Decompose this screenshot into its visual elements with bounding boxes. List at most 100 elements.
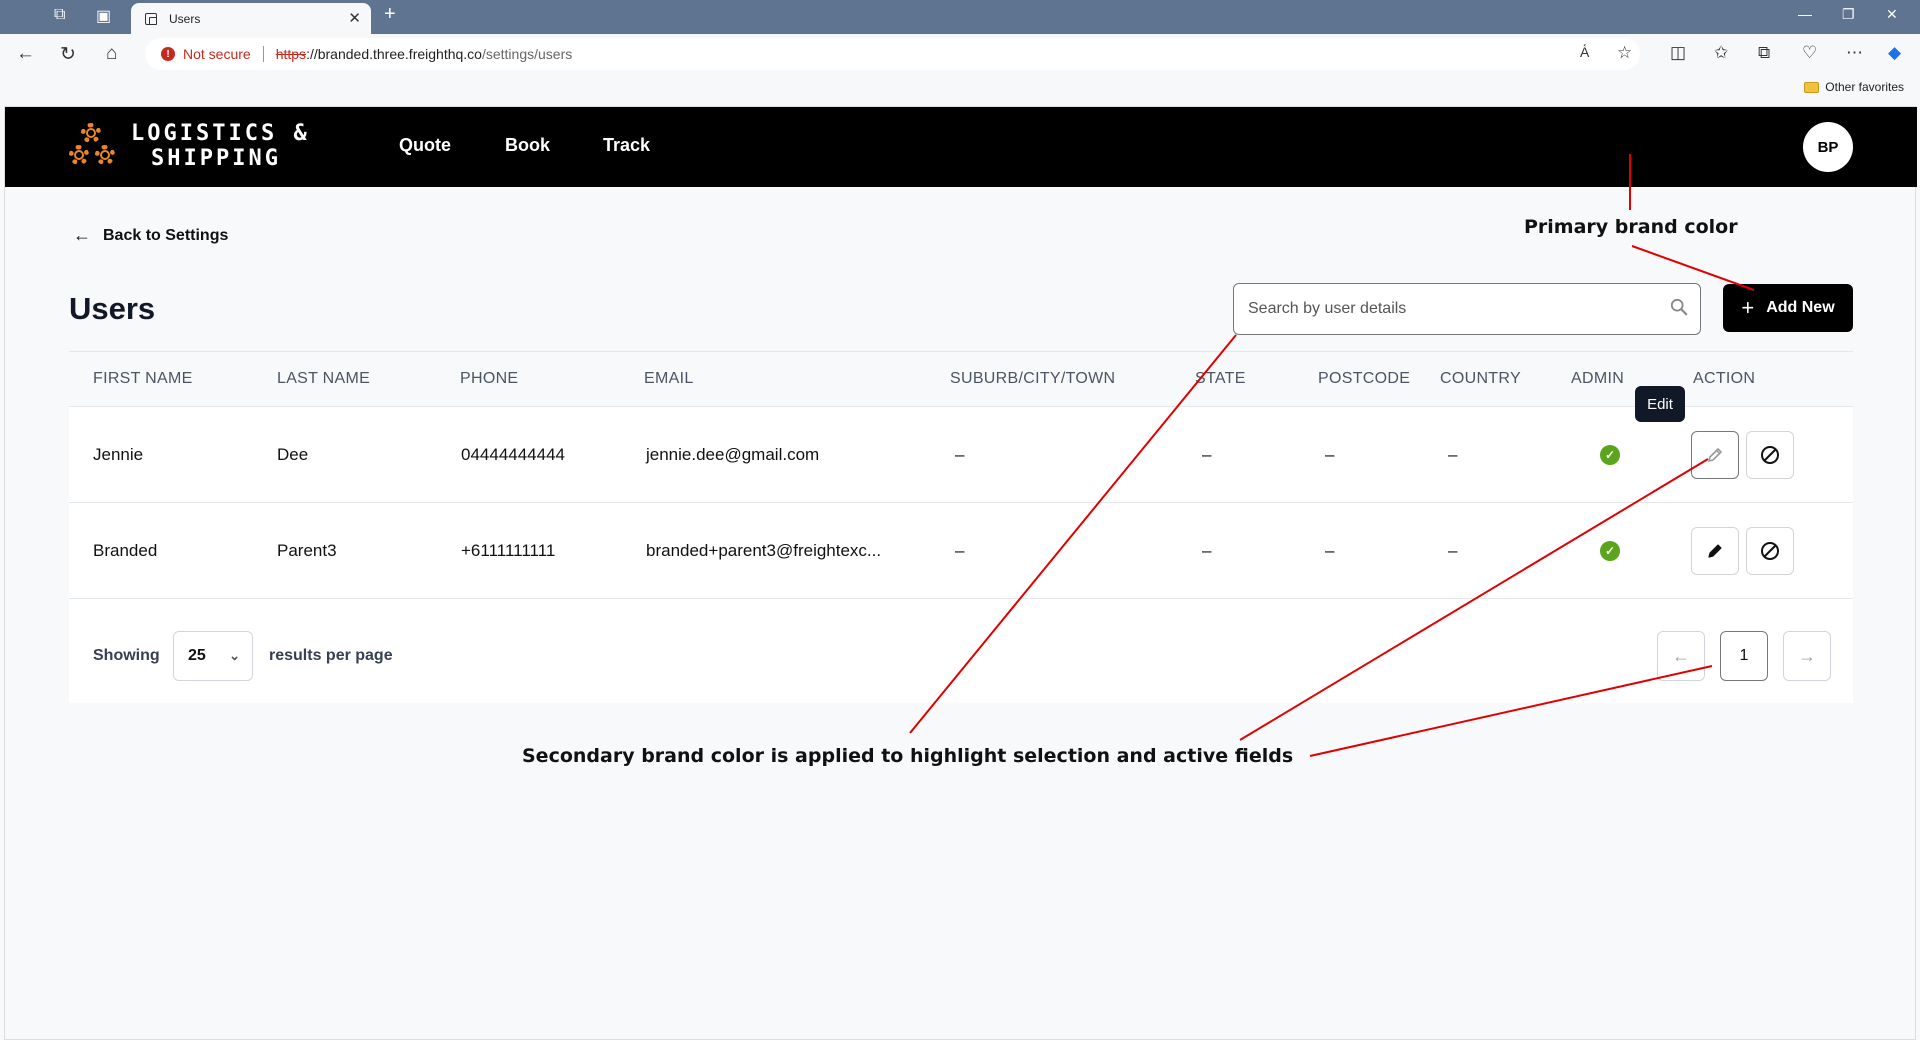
back-nav-icon[interactable]: ← — [16, 43, 35, 65]
page-title: Users — [69, 291, 156, 326]
collections-icon[interactable]: ⧉ — [1758, 43, 1770, 63]
arrow-left-icon: ← — [1672, 645, 1690, 666]
not-secure-icon: ! — [161, 47, 175, 61]
results-per-page-label: results per page — [269, 647, 393, 664]
cell-first-name: Branded — [93, 541, 158, 560]
logo-line-2: SHIPPING — [151, 146, 281, 171]
tab-favicon-icon — [145, 12, 157, 25]
user-avatar[interactable]: BP — [1803, 122, 1853, 172]
home-icon[interactable]: ⌂ — [106, 43, 117, 65]
search-box[interactable] — [1233, 283, 1701, 335]
cell-phone: +6111111111 — [461, 541, 556, 560]
pencil-icon — [1708, 448, 1722, 462]
favorites-bar: Other favorites — [0, 74, 1920, 106]
close-window-icon[interactable]: ✕ — [1886, 6, 1898, 23]
folder-icon — [1804, 81, 1820, 93]
edit-button[interactable] — [1691, 431, 1739, 479]
more-menu-icon[interactable]: ⋯ — [1846, 43, 1863, 63]
cell-suburb: – — [955, 445, 965, 464]
browser-essentials-icon[interactable]: ♡ — [1802, 43, 1817, 63]
primary-brand-annotation: Primary brand color — [1524, 216, 1738, 238]
arrow-left-icon: ← — [73, 225, 91, 245]
other-favorites-label: Other favorites — [1825, 80, 1904, 94]
edit-tooltip: Edit — [1635, 386, 1685, 422]
plus-icon: + — [1741, 295, 1755, 320]
app-viewport: LOGISTICS & SHIPPING Quote Book Track BP… — [4, 106, 1917, 1040]
add-new-label: Add New — [1766, 299, 1835, 316]
tab-actions-icon[interactable]: ▣ — [96, 6, 111, 26]
col-admin: ADMIN — [1571, 370, 1625, 387]
secondary-brand-annotation: Secondary brand color is applied to high… — [522, 745, 1294, 767]
nav-track[interactable]: Track — [603, 135, 650, 156]
back-to-settings-link[interactable]: ← Back to Settings — [73, 225, 228, 246]
minimize-icon[interactable]: — — [1798, 6, 1812, 22]
logo-line-1: LOGISTICS & — [131, 121, 310, 146]
new-tab-icon[interactable]: + — [384, 3, 396, 26]
deactivate-button[interactable] — [1746, 431, 1794, 479]
split-screen-icon[interactable]: ◫ — [1670, 43, 1686, 63]
block-icon — [1761, 542, 1779, 560]
showing-label: Showing — [93, 647, 160, 664]
address-bar-row: ← ↻ ⌂ ! Not secure https ://branded.thre… — [0, 34, 1920, 74]
close-tab-icon[interactable]: ✕ — [348, 9, 361, 27]
col-country[interactable]: COUNTRY — [1440, 370, 1521, 388]
favorite-star-icon[interactable]: ☆ — [1617, 43, 1632, 63]
nav-book[interactable]: Book — [505, 135, 550, 156]
nav-quote[interactable]: Quote — [399, 135, 451, 156]
deactivate-button[interactable] — [1746, 527, 1794, 575]
col-phone[interactable]: PHONE — [460, 370, 518, 388]
prev-page-button[interactable]: ← — [1657, 631, 1705, 681]
col-email[interactable]: EMAIL — [644, 370, 694, 388]
table-footer: Showing 25 ⌄ results per page ← 1 → — [69, 607, 1853, 703]
cell-country: – — [1448, 445, 1458, 464]
browser-tab-users[interactable]: Users ✕ — [131, 3, 371, 34]
gears-logo-icon — [69, 121, 125, 171]
workspaces-icon[interactable]: ⧉ — [54, 6, 65, 24]
cell-last-name: Dee — [277, 445, 309, 464]
col-state[interactable]: STATE — [1195, 370, 1246, 388]
restore-icon[interactable]: ❐ — [1842, 6, 1855, 23]
cell-state: – — [1202, 541, 1212, 560]
url-separator — [262, 46, 264, 62]
pencil-icon — [1708, 544, 1722, 558]
logo-text: LOGISTICS & SHIPPING — [131, 121, 310, 171]
per-page-select[interactable]: 25 ⌄ — [173, 631, 253, 681]
url-path: /settings/users — [481, 46, 573, 62]
arrow-right-icon: → — [1798, 645, 1816, 666]
block-icon — [1761, 446, 1779, 464]
cell-postcode: – — [1325, 541, 1335, 560]
url-host: ://branded.three.freighthq.co — [306, 46, 482, 62]
cell-email: jennie.dee@gmail.com — [646, 445, 820, 464]
search-icon — [1670, 298, 1688, 316]
read-aloud-icon[interactable]: A᷾ — [1580, 44, 1589, 60]
cell-suburb: – — [955, 541, 965, 560]
table-row: Branded Parent3 +6111111111 branded+pare… — [69, 503, 1853, 599]
col-action: ACTION — [1693, 370, 1756, 387]
url-field[interactable]: ! Not secure https ://branded.three.frei… — [145, 38, 1640, 70]
chevron-down-icon: ⌄ — [229, 648, 240, 663]
favorites-icon[interactable]: ✩ — [1714, 43, 1728, 63]
table-row: Jennie Dee 04444444444 jennie.dee@gmail.… — [69, 407, 1853, 503]
other-favorites-folder[interactable]: Other favorites — [1804, 80, 1904, 94]
next-page-button[interactable]: → — [1783, 631, 1831, 681]
page-button-current[interactable]: 1 — [1720, 631, 1768, 681]
table-header: FIRST NAME LAST NAME PHONE EMAIL SUBURB/… — [69, 351, 1853, 407]
col-first-name[interactable]: FIRST NAME — [93, 370, 193, 388]
security-label[interactable]: Not secure — [183, 46, 251, 62]
admin-check-icon: ✓ — [1600, 541, 1620, 561]
col-suburb[interactable]: SUBURB/CITY/TOWN — [950, 370, 1115, 388]
edit-button[interactable] — [1691, 527, 1739, 575]
col-last-name[interactable]: LAST NAME — [277, 370, 370, 388]
brand-logo[interactable]: LOGISTICS & SHIPPING — [69, 121, 310, 171]
refresh-icon[interactable]: ↻ — [60, 43, 76, 66]
users-table: FIRST NAME LAST NAME PHONE EMAIL SUBURB/… — [69, 351, 1853, 703]
admin-check-icon: ✓ — [1600, 445, 1620, 465]
search-input[interactable] — [1248, 300, 1648, 318]
copilot-icon[interactable]: ◆ — [1888, 43, 1901, 63]
cell-last-name: Parent3 — [277, 541, 337, 560]
cell-country: – — [1448, 541, 1458, 560]
add-new-button[interactable]: + Add New — [1723, 284, 1853, 332]
per-page-value: 25 — [188, 647, 206, 664]
browser-tab-bar: ⧉ ▣ Users ✕ + — ❐ ✕ — [0, 0, 1920, 34]
col-postcode[interactable]: POSTCODE — [1318, 370, 1410, 388]
